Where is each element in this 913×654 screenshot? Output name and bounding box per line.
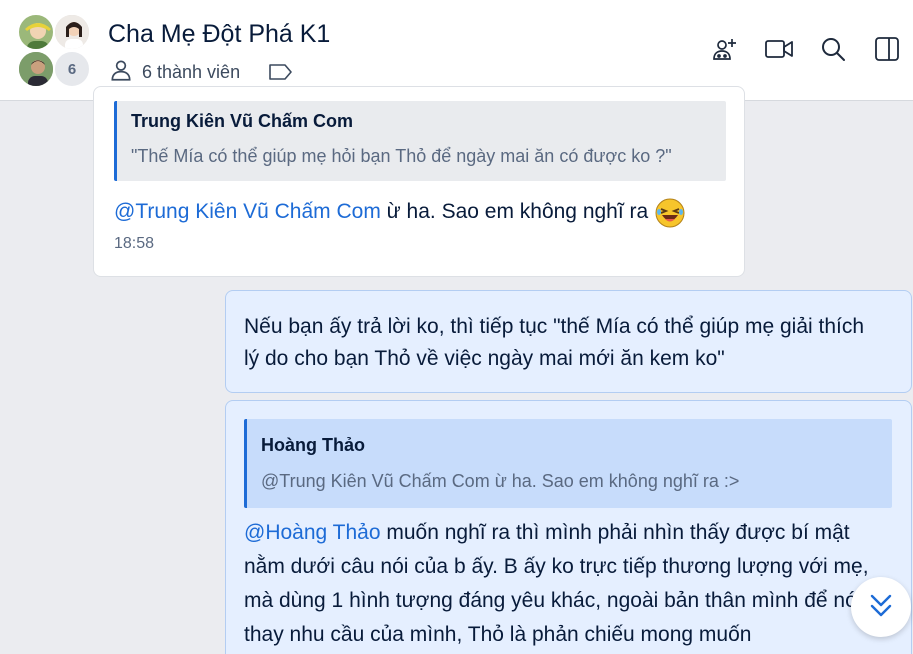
quoted-message[interactable]: Trung Kiên Vũ Chấm Com "Thế Mía có thể g… bbox=[114, 101, 726, 181]
conversation-title[interactable]: Cha Mẹ Đột Phá K1 bbox=[108, 20, 330, 49]
add-member-icon[interactable] bbox=[709, 33, 741, 65]
mention-link[interactable]: @Trung Kiên Vũ Chấm Com bbox=[114, 200, 381, 224]
search-icon[interactable] bbox=[817, 33, 849, 65]
member-avatar bbox=[17, 13, 55, 51]
message-text: @Trung Kiên Vũ Chấm Com ừ ha. Sao em khô… bbox=[114, 197, 685, 228]
outgoing-message[interactable]: Hoàng Thảo @Trung Kiên Vũ Chấm Com ừ ha.… bbox=[225, 400, 912, 654]
members-icon[interactable] bbox=[108, 57, 134, 88]
group-avatar[interactable]: 6 bbox=[17, 13, 93, 89]
header-actions bbox=[709, 33, 903, 65]
quote-text: @Trung Kiên Vũ Chấm Com ừ ha. Sao em khô… bbox=[261, 471, 740, 491]
quote-text: "Thế Mía có thể giúp mẹ hỏi bạn Thỏ để n… bbox=[131, 146, 672, 166]
quoted-message[interactable]: Hoàng Thảo @Trung Kiên Vũ Chấm Com ừ ha.… bbox=[244, 419, 892, 508]
message-timestamp: 18:58 bbox=[114, 235, 155, 252]
quote-author: Trung Kiên Vũ Chấm Com bbox=[131, 111, 354, 131]
scroll-down-icon bbox=[864, 588, 898, 627]
tag-icon[interactable] bbox=[268, 62, 294, 82]
member-avatar bbox=[53, 13, 91, 51]
laughing-emoji-icon bbox=[654, 197, 685, 228]
quote-author: Hoàng Thảo bbox=[261, 435, 365, 455]
incoming-message[interactable]: Trung Kiên Vũ Chấm Com "Thế Mía có thể g… bbox=[93, 86, 745, 277]
outgoing-message[interactable]: Nếu bạn ấy trả lời ko, thì tiếp tục "thế… bbox=[225, 290, 912, 393]
scroll-down-button[interactable] bbox=[851, 577, 911, 637]
member-count-link[interactable]: 6 thành viên bbox=[142, 62, 240, 83]
extra-members-badge: 6 bbox=[53, 50, 91, 88]
conversation-subtitle: 6 thành viên bbox=[108, 58, 294, 86]
message-body: ừ ha. Sao em không nghĩ ra bbox=[380, 200, 649, 223]
member-avatar bbox=[17, 50, 55, 88]
message-text: @Hoàng Thảo muốn nghĩ ra thì mình phải n… bbox=[244, 516, 894, 652]
mention-link[interactable]: @Hoàng Thảo bbox=[244, 521, 381, 544]
message-body: Nếu bạn ấy trả lời ko, thì tiếp tục "thế… bbox=[244, 315, 865, 370]
sidebar-toggle-icon[interactable] bbox=[871, 33, 903, 65]
video-call-icon[interactable] bbox=[763, 33, 795, 65]
